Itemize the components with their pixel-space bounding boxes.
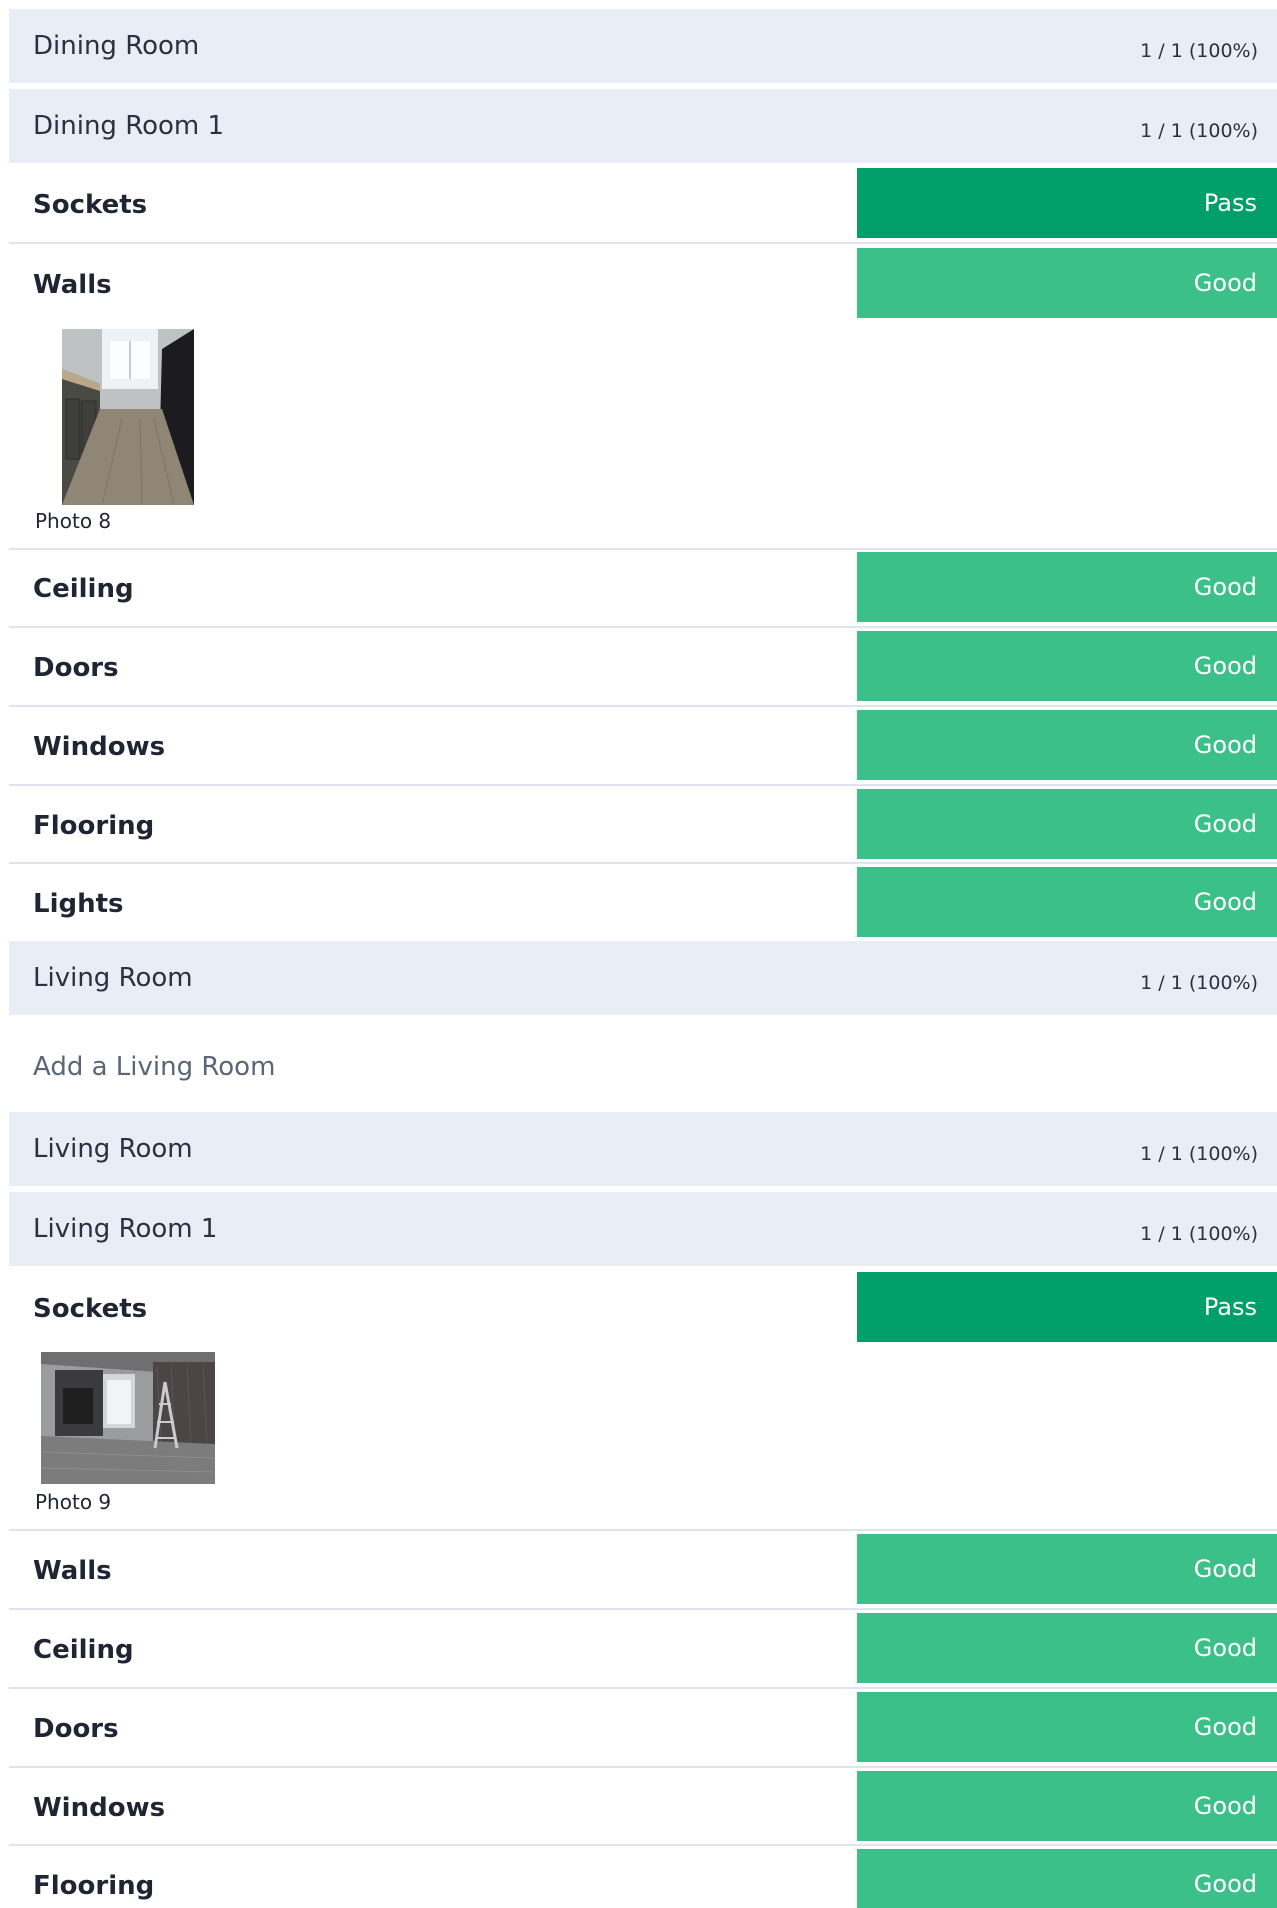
status-badge: Good bbox=[857, 867, 1277, 937]
photo-attachment: Photo 8 bbox=[9, 329, 609, 547]
section-dining-room[interactable]: Dining Room 1 / 1 (100%) bbox=[9, 9, 1277, 83]
item-name: Doors bbox=[33, 653, 119, 683]
status-badge: Good bbox=[857, 710, 1277, 780]
status-badge: Good bbox=[857, 789, 1277, 859]
section-title: Living Room bbox=[33, 963, 193, 993]
item-row-flooring[interactable]: Flooring Good bbox=[9, 1845, 1277, 1908]
item-row-ceiling[interactable]: Ceiling Good bbox=[9, 548, 1277, 628]
subsection-title: Living Room 1 bbox=[33, 1214, 218, 1244]
status-badge: Good bbox=[857, 1692, 1277, 1762]
item-row-doors[interactable]: Doors Good bbox=[9, 1688, 1277, 1768]
item-name: Sockets bbox=[33, 190, 148, 220]
subsection-title: Dining Room 1 bbox=[33, 111, 225, 141]
subsection-living-room-1[interactable]: Living Room 1 1 / 1 (100%) bbox=[9, 1192, 1277, 1266]
subsection-dining-room-1[interactable]: Dining Room 1 1 / 1 (100%) bbox=[9, 89, 1277, 163]
item-name: Doors bbox=[33, 1714, 119, 1744]
status-badge: Good bbox=[857, 1613, 1277, 1683]
add-living-room-link[interactable]: Add a Living Room bbox=[33, 1052, 275, 1082]
section-title: Dining Room bbox=[33, 31, 200, 61]
item-name: Lights bbox=[33, 889, 124, 919]
section-score: 1 / 1 (100%) bbox=[1140, 972, 1258, 994]
item-name: Windows bbox=[33, 1793, 166, 1823]
kitchen-photo-thumbnail[interactable] bbox=[62, 329, 194, 505]
status-badge: Good bbox=[857, 1771, 1277, 1841]
item-row-ceiling[interactable]: Ceiling Good bbox=[9, 1609, 1277, 1689]
item-name: Sockets bbox=[33, 1294, 148, 1324]
section-living-room-group[interactable]: Living Room 1 / 1 (100%) bbox=[9, 1112, 1277, 1186]
item-name: Ceiling bbox=[33, 574, 134, 604]
photo-caption: Photo 9 bbox=[35, 1490, 112, 1514]
status-badge: Good bbox=[857, 1849, 1277, 1908]
item-row-windows[interactable]: Windows Good bbox=[9, 706, 1277, 786]
living-room-photo-thumbnail[interactable] bbox=[41, 1352, 215, 1484]
status-badge: Pass bbox=[857, 1272, 1277, 1342]
item-name: Ceiling bbox=[33, 1635, 134, 1665]
item-name: Windows bbox=[33, 732, 166, 762]
item-name: Walls bbox=[33, 270, 112, 300]
section-living-room[interactable]: Living Room 1 / 1 (100%) bbox=[9, 941, 1277, 1015]
status-badge: Good bbox=[857, 248, 1277, 318]
section-score: 1 / 1 (100%) bbox=[1140, 1143, 1258, 1165]
item-row-windows[interactable]: Windows Good bbox=[9, 1767, 1277, 1847]
item-name: Flooring bbox=[33, 811, 155, 841]
item-name: Walls bbox=[33, 1556, 112, 1586]
item-row-walls[interactable]: Walls Good bbox=[9, 1530, 1277, 1610]
item-row-sockets[interactable]: Sockets Pass bbox=[9, 1268, 1277, 1348]
status-badge: Good bbox=[857, 552, 1277, 622]
status-badge: Good bbox=[857, 1534, 1277, 1604]
photo-attachment: Photo 9 bbox=[9, 1352, 609, 1528]
inspection-report: Dining Room 1 / 1 (100%) Dining Room 1 1… bbox=[0, 0, 1277, 1908]
item-row-walls[interactable]: Walls Good bbox=[9, 244, 1277, 324]
status-badge: Good bbox=[857, 631, 1277, 701]
subsection-score: 1 / 1 (100%) bbox=[1140, 1223, 1258, 1245]
item-row-lights[interactable]: Lights Good bbox=[9, 863, 1277, 943]
status-badge: Pass bbox=[857, 168, 1277, 238]
item-row-sockets[interactable]: Sockets Pass bbox=[9, 164, 1277, 244]
section-score: 1 / 1 (100%) bbox=[1140, 40, 1258, 62]
item-row-flooring[interactable]: Flooring Good bbox=[9, 785, 1277, 865]
item-name: Flooring bbox=[33, 1871, 155, 1901]
subsection-score: 1 / 1 (100%) bbox=[1140, 120, 1258, 142]
section-title: Living Room bbox=[33, 1134, 193, 1164]
photo-caption: Photo 8 bbox=[35, 509, 112, 533]
item-row-doors[interactable]: Doors Good bbox=[9, 627, 1277, 707]
